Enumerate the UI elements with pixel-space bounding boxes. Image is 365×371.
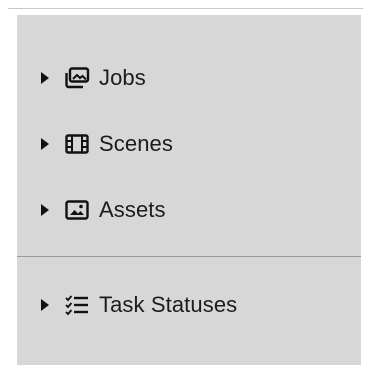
image-icon xyxy=(64,198,90,222)
tree-item-label: Scenes xyxy=(99,131,173,156)
caret-right-icon[interactable] xyxy=(41,138,49,150)
checklist-icon xyxy=(64,293,90,317)
tree-item-scenes[interactable]: Scenes xyxy=(17,124,361,164)
tree-panel: Jobs Scenes Assets Task Statuses xyxy=(17,15,361,365)
caret-right-icon[interactable] xyxy=(41,72,49,84)
tree-item-task-statuses[interactable]: Task Statuses xyxy=(17,285,361,325)
caret-right-icon[interactable] xyxy=(41,204,49,216)
top-border xyxy=(8,8,363,9)
photos-stack-icon xyxy=(64,66,90,90)
tree-item-label: Task Statuses xyxy=(99,292,238,317)
tree-item-jobs[interactable]: Jobs xyxy=(17,58,361,98)
tree-item-label: Assets xyxy=(99,197,166,222)
tree-item-label: Jobs xyxy=(99,65,146,90)
film-strip-icon xyxy=(64,132,90,156)
tree-item-assets[interactable]: Assets xyxy=(17,190,361,230)
caret-right-icon[interactable] xyxy=(41,299,49,311)
section-divider xyxy=(17,256,361,257)
